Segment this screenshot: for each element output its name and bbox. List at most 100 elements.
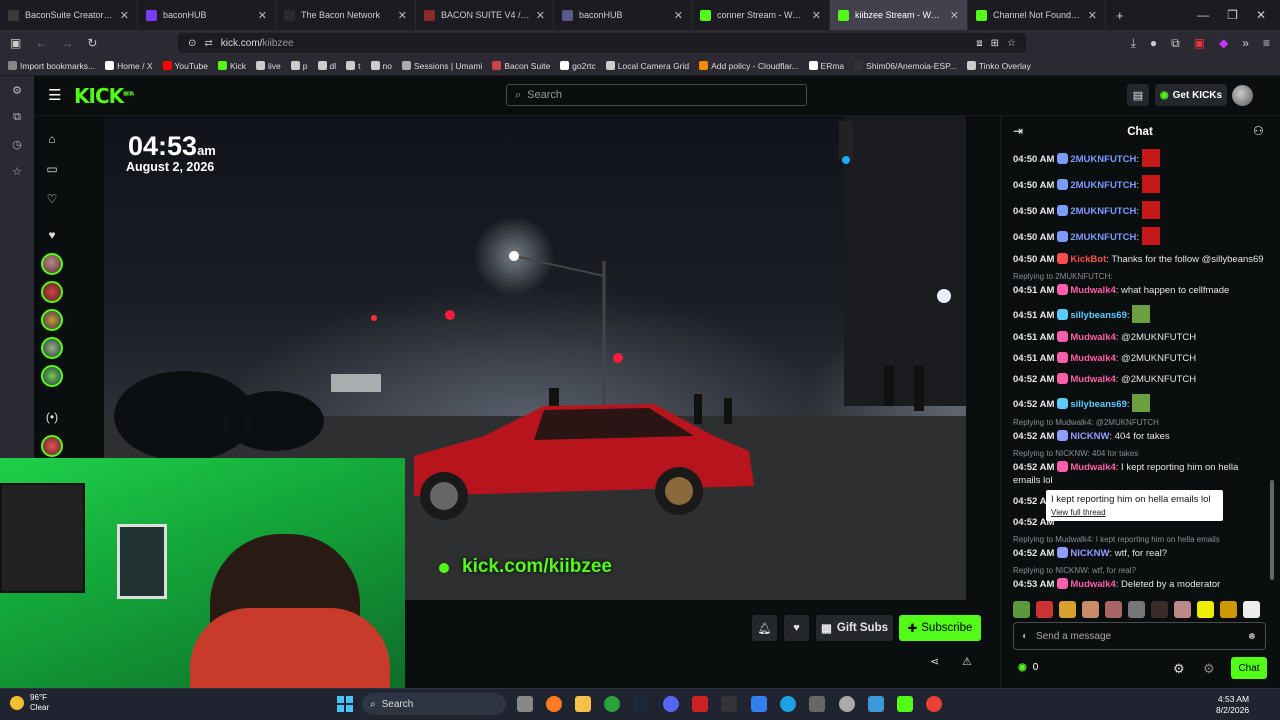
close-window-icon[interactable]: ✕ — [1256, 8, 1266, 22]
app-icon[interactable] — [809, 696, 825, 712]
emote-icon[interactable] — [1082, 600, 1099, 618]
bookmark-item[interactable]: live — [256, 61, 281, 71]
chrome-icon[interactable] — [926, 696, 942, 712]
ai-chat-icon[interactable]: ⚙ — [12, 84, 22, 97]
minimize-icon[interactable]: — — [1197, 8, 1209, 22]
chat-username[interactable]: Mudwalk4 — [1070, 579, 1115, 590]
follow-heart-button[interactable]: ♥ — [784, 615, 809, 641]
chat-message[interactable]: Replying to NICKNW: 404 for takes 04:52 A… — [1013, 447, 1268, 487]
taskbar-search[interactable]: ⌕ Search — [362, 693, 506, 715]
site-info-icon[interactable]: ⊙ — [188, 38, 196, 49]
emote-icon[interactable] — [1036, 600, 1053, 618]
chat-username[interactable]: sillybeans69 — [1070, 310, 1127, 321]
menu-icon[interactable]: ≡ — [1263, 36, 1270, 51]
emote-icon[interactable] — [1197, 600, 1214, 618]
chat-message[interactable]: 04:50 AM 2MUKNFUTCH: — [1013, 175, 1268, 193]
task-view-icon[interactable] — [517, 696, 533, 712]
dashboard-icon[interactable]: ▤ — [1127, 84, 1149, 106]
gift-subs-button[interactable]: ▦ Gift Subs — [816, 615, 893, 641]
extension-badge-icon[interactable]: ▣ — [1194, 36, 1205, 51]
followed-channel-avatar[interactable] — [41, 309, 63, 331]
home-icon[interactable]: ⌂ — [41, 124, 63, 154]
chat-username[interactable]: KickBot — [1070, 254, 1106, 265]
sidebar-toggle-icon[interactable]: ▣ — [10, 36, 21, 50]
reply-context[interactable]: Replying to NICKNW: wtf, for real? — [1013, 564, 1268, 577]
extensions-icon[interactable]: ⧉ — [1171, 36, 1180, 51]
subscribe-button[interactable]: ✚ Subscribe — [899, 615, 981, 641]
bookmark-item[interactable]: YouTube — [162, 61, 208, 71]
browser-tab[interactable]: The Bacon Network ✕ — [276, 0, 416, 30]
chat-message[interactable]: 04:50 AM 2MUKNFUTCH: — [1013, 227, 1268, 245]
chat-username[interactable]: Mudwalk4 — [1070, 374, 1115, 385]
discord-icon[interactable] — [663, 696, 679, 712]
notification-bell-button[interactable]: 🔔︎ — [752, 615, 777, 641]
permissions-icon[interactable]: ⇄ — [204, 38, 212, 49]
bookmark-star-icon[interactable]: ☆ — [1007, 38, 1016, 49]
close-tab-icon[interactable]: ✕ — [812, 9, 821, 22]
reply-context[interactable]: Replying to 2MUKNFUTCH: — [1013, 270, 1268, 283]
terminal-icon[interactable] — [721, 696, 737, 712]
close-tab-icon[interactable]: ✕ — [258, 9, 267, 22]
bookmark-item[interactable]: Kick — [217, 61, 246, 71]
screenshot-icon[interactable]: ⧈ — [976, 38, 982, 49]
kick-app-icon[interactable] — [897, 696, 913, 712]
chat-username[interactable]: 2MUKNFUTCH — [1070, 206, 1136, 217]
chat-username[interactable]: Mudwalk4 — [1070, 353, 1115, 364]
close-tab-icon[interactable]: ✕ — [674, 9, 683, 22]
steam-icon[interactable] — [633, 696, 649, 712]
reply-context[interactable]: Replying to NICKNW: 404 for takes — [1013, 447, 1268, 460]
reply-context[interactable]: Replying to Mudwalk4: I kept reporting h… — [1013, 533, 1268, 546]
forward-icon[interactable]: → — [61, 36, 73, 50]
bookmark-item[interactable]: Sessions | Umami — [401, 61, 482, 71]
obs-icon[interactable] — [839, 696, 855, 712]
chat-message[interactable]: 04:50 AM 2MUKNFUTCH: — [1013, 149, 1268, 167]
emote-icon[interactable] — [1013, 600, 1030, 618]
close-tab-icon[interactable]: ✕ — [120, 9, 129, 22]
chat-message[interactable]: 04:52 AM sillybeans69: — [1013, 394, 1268, 412]
edge-icon[interactable] — [780, 696, 796, 712]
windows-start-icon[interactable] — [337, 696, 353, 712]
close-tab-icon[interactable]: ✕ — [398, 9, 407, 22]
sync-tabs-icon[interactable]: ⧉ — [13, 111, 21, 124]
restore-icon[interactable]: ❐ — [1227, 8, 1238, 22]
emote-icon[interactable] — [1174, 600, 1191, 618]
chat-message[interactable]: Replying to 2MUKNFUTCH: 04:51 AM Mudwalk4:… — [1013, 270, 1268, 297]
emote-icon[interactable] — [1220, 600, 1237, 618]
chat-username[interactable]: 2MUKNFUTCH — [1070, 232, 1136, 243]
bookmarks-icon[interactable]: ☆ — [12, 165, 22, 178]
browser-tab[interactable]: baconHUB ✕ — [138, 0, 276, 30]
bookmark-item[interactable]: Bacon Suite — [492, 61, 550, 71]
followed-channel-avatar[interactable] — [41, 281, 63, 303]
followed-channel-avatar[interactable] — [41, 253, 63, 275]
emote-icon[interactable] — [1243, 600, 1260, 618]
chat-message[interactable]: Replying to Mudwalk4: I kept reporting h… — [1013, 533, 1268, 560]
bookmark-item[interactable]: Home / X — [105, 61, 153, 71]
chat-username[interactable]: NICKNW — [1070, 548, 1109, 559]
overflow-chevron-icon[interactable]: » — [1242, 36, 1249, 51]
get-kicks-button[interactable]: ◉ Get KICKs — [1155, 84, 1227, 106]
bookmark-item[interactable]: t — [346, 61, 361, 71]
browser-tab[interactable]: Channel Not Found - Kick St✕ — [968, 0, 1106, 30]
report-warning-icon[interactable]: ⚠ — [962, 655, 972, 668]
bookmark-item[interactable]: Local Camera Grid — [605, 61, 689, 71]
followed-channel-avatar[interactable] — [41, 365, 63, 387]
chat-message[interactable]: 04:51 AM Mudwalk4: @2MUKNFUTCH — [1013, 331, 1268, 344]
chat-message-input[interactable]: ◐ Send a message ☻ — [1013, 622, 1266, 650]
extension-icon[interactable]: ◆ — [1219, 36, 1228, 51]
firefox-icon[interactable] — [546, 696, 562, 712]
vscode-icon[interactable] — [751, 696, 767, 712]
chat-username[interactable]: Mudwalk4 — [1070, 332, 1115, 343]
chat-message[interactable]: Replying to Mudwalk4: @2MUKNFUTCH 04:52 A… — [1013, 416, 1268, 443]
save-page-icon[interactable]: ⊞ — [991, 38, 999, 49]
hamburger-menu-icon[interactable]: ☰ — [48, 86, 61, 104]
chat-settings-icon[interactable]: ⚙ — [1173, 661, 1185, 677]
file-explorer-icon[interactable] — [575, 696, 591, 712]
chat-message[interactable]: 04:50 AM 2MUKNFUTCH: — [1013, 201, 1268, 219]
close-tab-icon[interactable]: ✕ — [1088, 9, 1097, 22]
download-icon[interactable]: ⤓ — [1131, 36, 1136, 51]
close-tab-icon[interactable]: ✕ — [950, 9, 959, 22]
chat-username[interactable]: sillybeans69 — [1070, 399, 1127, 410]
close-tab-icon[interactable]: ✕ — [536, 9, 545, 22]
chat-message[interactable]: Replying to NICKNW: wtf, for real? 04:53 … — [1013, 564, 1268, 591]
account-icon[interactable]: ● — [1150, 36, 1157, 51]
